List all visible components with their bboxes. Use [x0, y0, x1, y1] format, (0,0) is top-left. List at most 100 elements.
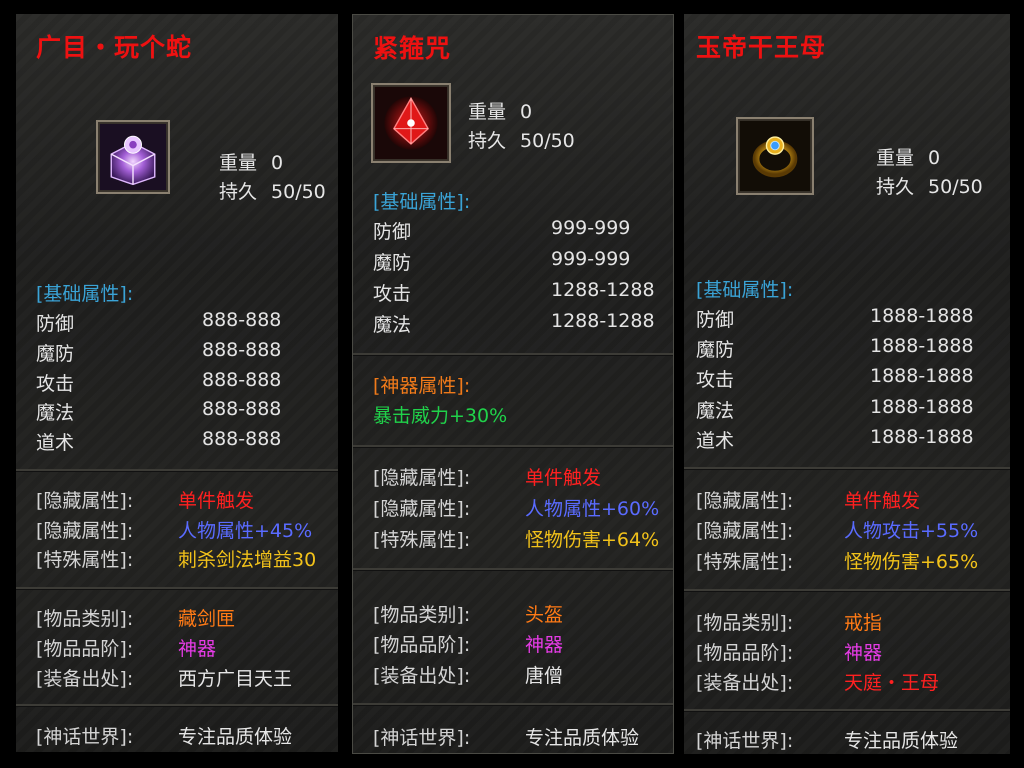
item-title: 玉帝干王母	[696, 33, 827, 62]
category-value: 头盔	[525, 604, 564, 626]
weight-value: 0	[928, 147, 941, 169]
weight-value: 0	[520, 101, 533, 123]
weight-label: 重量	[219, 152, 258, 174]
grade-label: [物品品阶]:	[696, 642, 794, 664]
divider	[684, 589, 1010, 592]
item-tooltip-3: 玉帝干王母 重量 0 持久 50/50 [基础属性]: 防御 1888-1888 魔防…	[684, 14, 1010, 754]
stat-value: 999-999	[551, 217, 631, 239]
hidden-label: [隐藏属性]:	[373, 498, 471, 520]
stat-row: 道术 888-888	[36, 428, 281, 455]
source-value: 西方广目天王	[178, 668, 293, 690]
item-title: 紧箍咒	[373, 34, 452, 63]
weight-label: 重量	[468, 101, 507, 123]
hidden-label: [隐藏属性]:	[373, 467, 471, 489]
world-value: 专注品质体验	[525, 727, 640, 749]
grade-row: [物品品阶]: 神器	[373, 630, 563, 657]
hidden-attribute-row: [隐藏属性]: 人物攻击+55%	[696, 516, 978, 543]
world-row: [神话世界]: 专注品质体验	[36, 722, 292, 749]
divider	[684, 467, 1010, 470]
divider	[353, 703, 673, 706]
special-attribute-row: [特殊属性]: 怪物伤害+64%	[373, 525, 659, 552]
stat-value: 888-888	[202, 428, 282, 450]
source-row: [装备出处]: 天庭・王母	[696, 668, 939, 695]
stat-row: 道术 1888-1888	[696, 426, 974, 453]
red-crystal-icon[interactable]	[371, 83, 451, 163]
stat-row: 防御 888-888	[36, 309, 281, 336]
gold-ring-icon[interactable]	[736, 117, 814, 195]
world-label: [神话世界]:	[696, 730, 794, 752]
special-label: [特殊属性]:	[36, 549, 134, 571]
stat-value: 999-999	[551, 248, 631, 270]
special-attribute-row: [特殊属性]: 刺杀剑法增益30	[36, 545, 316, 572]
category-row: [物品类别]: 戒指	[696, 608, 882, 635]
item-meta: 重量 0 持久 50/50	[876, 144, 983, 202]
stat-name: 防御	[36, 313, 75, 335]
stat-value: 888-888	[202, 398, 282, 420]
stat-row: 魔法 1888-1888	[696, 396, 974, 423]
divider	[353, 445, 673, 448]
stat-name: 攻击	[373, 283, 412, 305]
world-value: 专注品质体验	[844, 730, 959, 752]
stat-row: 攻击 1888-1888	[696, 365, 974, 392]
source-label: [装备出处]:	[696, 672, 794, 694]
category-label: [物品类别]:	[373, 604, 471, 626]
category-label: [物品类别]:	[36, 608, 134, 630]
hidden-label: [隐藏属性]:	[36, 490, 134, 512]
artifact-attribute-value: 暴击威力+30%	[373, 405, 508, 427]
stat-name: 魔法	[373, 314, 412, 336]
world-row: [神话世界]: 专注品质体验	[696, 726, 958, 753]
stat-value: 888-888	[202, 309, 282, 331]
stat-value: 1888-1888	[870, 365, 974, 387]
durability-label: 持久	[876, 176, 915, 198]
durability-value: 50/50	[520, 130, 575, 152]
durability-label: 持久	[219, 181, 258, 203]
grade-value: 神器	[178, 638, 217, 660]
divider	[16, 587, 338, 590]
divider	[353, 353, 673, 356]
item-meta: 重量 0 持久 50/50	[219, 149, 326, 207]
stat-row: 攻击 888-888	[36, 369, 281, 396]
weight-label: 重量	[876, 147, 915, 169]
special-value: 刺杀剑法增益30	[178, 549, 317, 571]
world-value: 专注品质体验	[178, 726, 293, 748]
source-value: 唐僧	[525, 665, 564, 687]
hidden-value: 人物属性+60%	[525, 498, 660, 520]
base-attributes-header: [基础属性]:	[696, 279, 794, 301]
hidden-attribute-row: [隐藏属性]: 人物属性+60%	[373, 494, 659, 521]
hidden-attribute-row: [隐藏属性]: 单件触发	[36, 486, 254, 513]
stat-value: 1288-1288	[551, 310, 655, 332]
world-label: [神话世界]:	[373, 727, 471, 749]
divider	[684, 709, 1010, 712]
stat-row: 防御 1888-1888	[696, 305, 974, 332]
stat-row: 攻击 1288-1288	[373, 279, 655, 306]
divider	[353, 568, 673, 571]
special-label: [特殊属性]:	[373, 529, 471, 551]
hidden-attribute-row: [隐藏属性]: 单件触发	[696, 486, 920, 513]
category-label: [物品类别]:	[696, 612, 794, 634]
stat-row: 魔法 1288-1288	[373, 310, 655, 337]
category-row: [物品类别]: 头盔	[373, 600, 563, 627]
artifact-attributes-header: [神器属性]:	[373, 375, 471, 397]
source-label: [装备出处]:	[373, 665, 471, 687]
hidden-value: 人物攻击+55%	[844, 520, 979, 542]
base-attributes-header: [基础属性]:	[36, 283, 134, 305]
stat-value: 888-888	[202, 369, 282, 391]
stat-name: 魔防	[36, 343, 75, 365]
source-label: [装备出处]:	[36, 668, 134, 690]
category-row: [物品类别]: 藏剑匣	[36, 604, 235, 631]
stat-value: 1888-1888	[870, 396, 974, 418]
hidden-attribute-row: [隐藏属性]: 单件触发	[373, 463, 601, 490]
item-title: 广目・玩个蛇	[36, 33, 193, 62]
world-row: [神话世界]: 专注品质体验	[373, 723, 639, 750]
stat-row: 魔防 888-888	[36, 339, 281, 366]
divider	[16, 469, 338, 472]
stat-value: 1888-1888	[870, 426, 974, 448]
hidden-label: [隐藏属性]:	[36, 520, 134, 542]
hidden-value: 人物属性+45%	[178, 520, 313, 542]
hidden-value: 单件触发	[525, 467, 602, 489]
stat-name: 道术	[696, 430, 735, 452]
stat-name: 魔法	[696, 400, 735, 422]
treasure-box-icon[interactable]	[96, 120, 170, 194]
item-tooltip-1: 广目・玩个蛇 重量 0 持久 50/50 [基础属性]: 防御 888-888 魔防 8…	[16, 14, 338, 752]
stat-row: 魔防 1888-1888	[696, 335, 974, 362]
